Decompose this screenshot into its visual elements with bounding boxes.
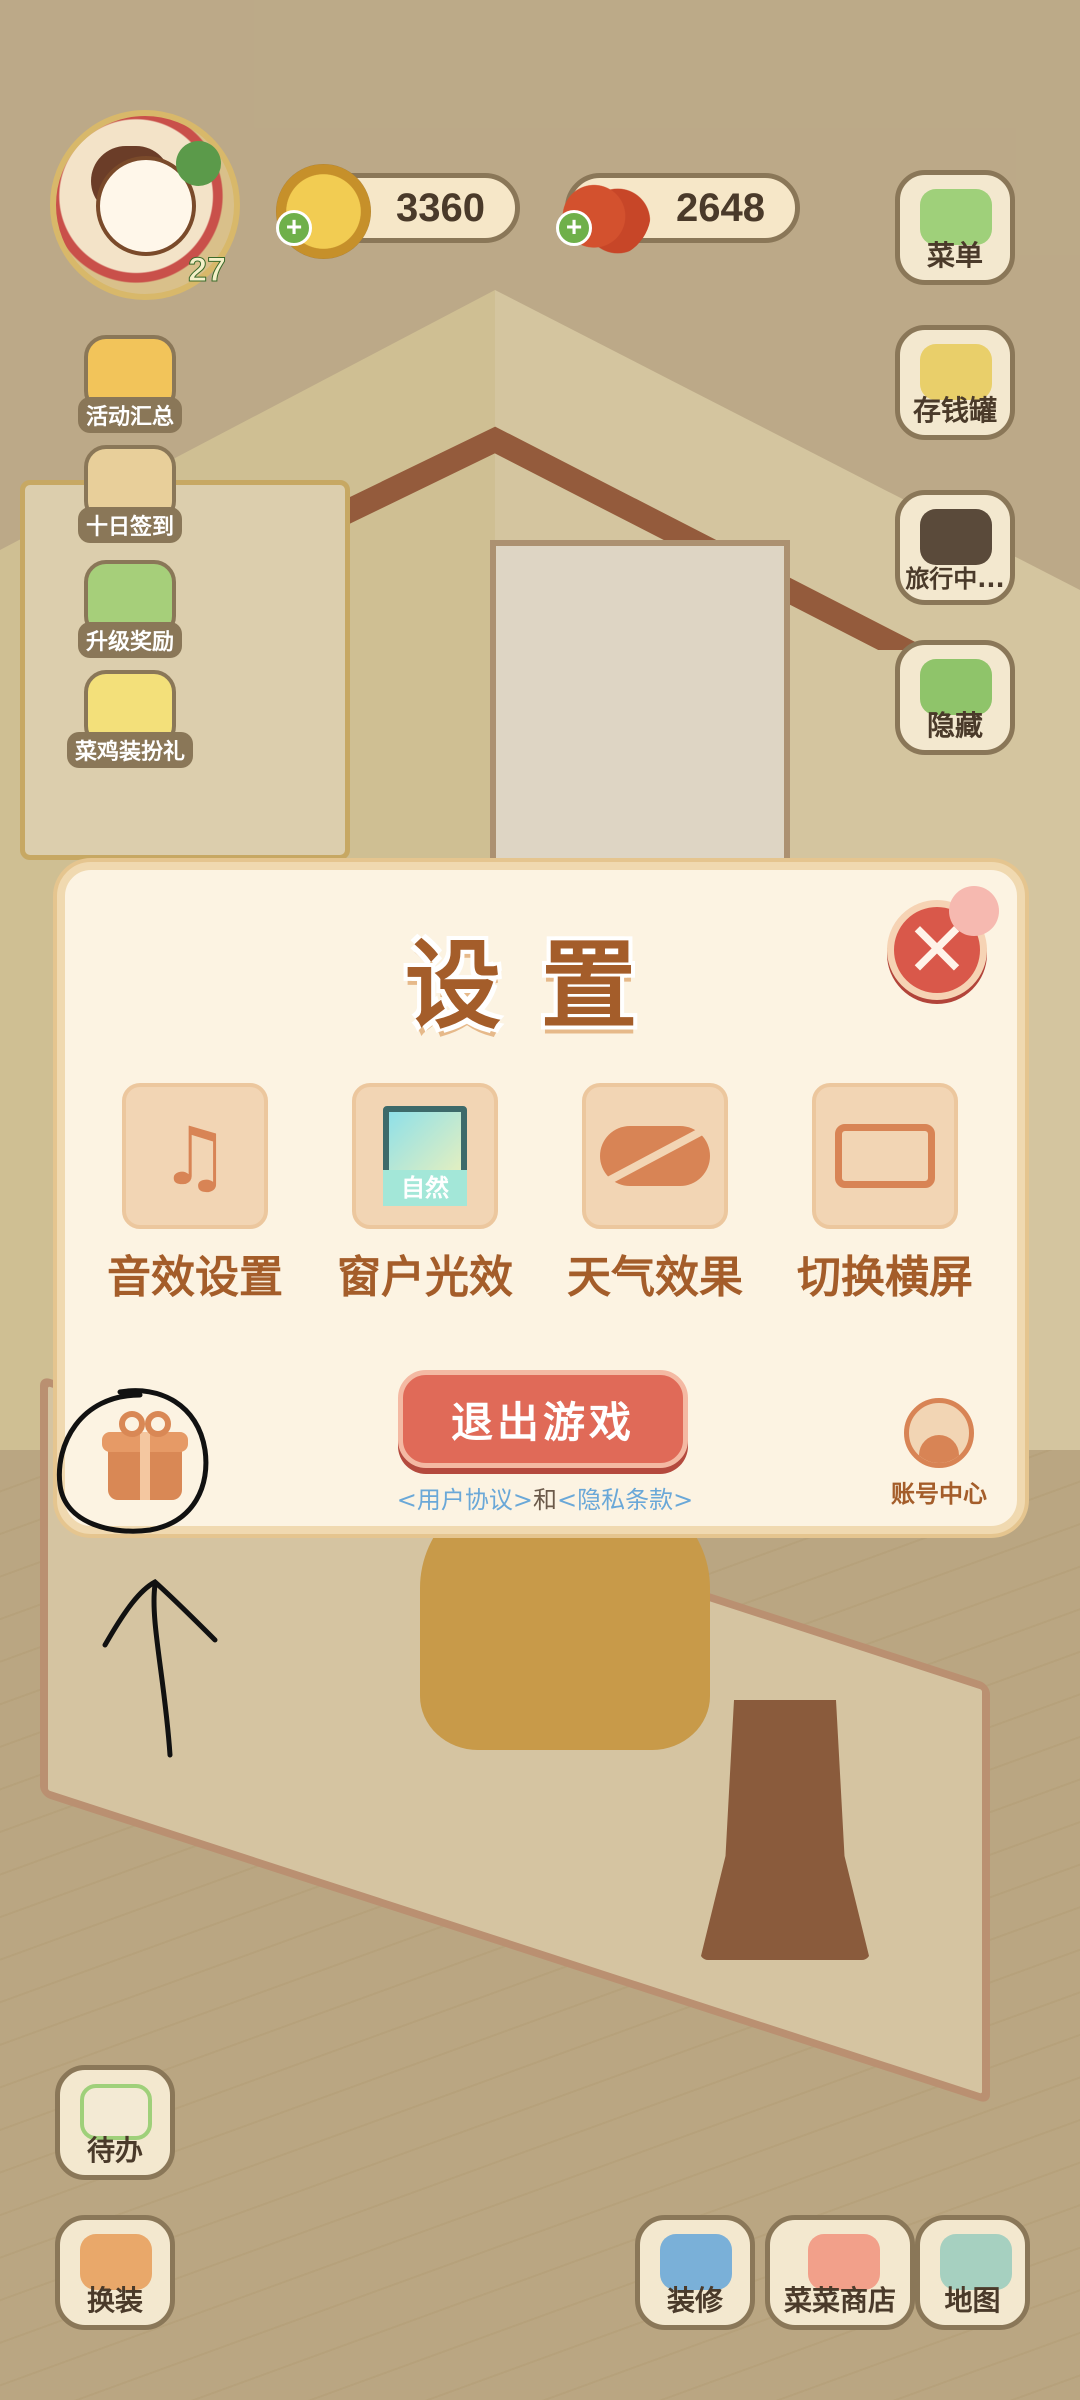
agreement-links: <用户协议>和<隐私条款> <box>385 1480 705 1515</box>
quit-game-button[interactable]: 退出游戏 <box>398 1370 688 1468</box>
music-note-icon: ♫ <box>159 1109 231 1203</box>
coin-amount: 3360 <box>396 185 485 230</box>
map-button[interactable]: 地图 <box>915 2215 1030 2330</box>
weather-effect-label: 天气效果 <box>567 1252 743 1303</box>
veggie-amount: 2648 <box>676 185 765 230</box>
gift-icon[interactable] <box>90 1402 200 1512</box>
menu-button[interactable]: 菜单 <box>895 170 1015 285</box>
account-center-label: 账号中心 <box>891 1480 987 1508</box>
hide-ui-button[interactable]: 隐藏 <box>895 640 1015 755</box>
landscape-toggle-icon-box[interactable] <box>812 1083 958 1229</box>
outfit-button[interactable]: 换装 <box>55 2215 175 2330</box>
piggy-bank-button[interactable]: 存钱罐 <box>895 325 1015 440</box>
add-veggies-button[interactable]: + <box>556 210 592 246</box>
veggie-shop-label: 菜菜商店 <box>783 2284 896 2317</box>
landscape-toggle-option[interactable]: 切换横屏 <box>770 1083 1000 1305</box>
event-summary-label: 活动汇总 <box>77 397 182 433</box>
add-coins-button[interactable]: + <box>276 210 312 246</box>
piggy-bank-label: 存钱罐 <box>912 394 997 427</box>
cloud-off-icon <box>600 1126 710 1186</box>
camera-icon <box>920 509 992 565</box>
avatar-leaf <box>176 141 221 186</box>
player-level: 27 <box>188 251 227 290</box>
chick-outfit-gift-label: 菜鸡装扮礼 <box>67 732 194 768</box>
veggie-shop-button[interactable]: 菜菜商店 <box>765 2215 915 2330</box>
player-avatar[interactable]: 27 <box>50 110 240 300</box>
landscape-toggle-label: 切换横屏 <box>797 1252 973 1303</box>
todo-label: 待办 <box>86 2134 143 2167</box>
user-agreement-link[interactable]: <用户协议> <box>397 1486 533 1514</box>
window-icon: 自然 <box>383 1106 467 1206</box>
window-light-icon-box[interactable]: 自然 <box>352 1083 498 1229</box>
settings-dialog: 设置 ✕ ♫ 音效设置 自然 窗户光效 天气效果 切换横屏 退出游戏 <用户协议… <box>57 862 1025 1534</box>
decorate-button[interactable]: 装修 <box>635 2215 755 2330</box>
account-center-button[interactable]: 账号中心 <box>879 1398 999 1509</box>
window-mode-badge: 自然 <box>383 1170 467 1206</box>
traveling-button[interactable]: 旅行中... <box>895 490 1015 605</box>
sound-settings-label: 音效设置 <box>107 1252 283 1303</box>
settings-options: ♫ 音效设置 自然 窗户光效 天气效果 切换横屏 <box>80 1083 1000 1305</box>
veggie-counter: + 2648 <box>556 164 800 259</box>
coin-counter: + 3360 <box>276 164 520 259</box>
decorate-label: 装修 <box>666 2284 723 2317</box>
chick-outfit-gift-button[interactable]: 菜鸡装扮礼 <box>67 670 194 768</box>
settings-title: 设置 <box>405 930 677 1042</box>
rotate-screen-icon <box>835 1124 935 1188</box>
flower-decoration <box>949 886 999 936</box>
quit-game-label: 退出游戏 <box>450 1397 635 1447</box>
todo-button[interactable]: 待办 <box>55 2065 175 2180</box>
outfit-label: 换装 <box>86 2284 143 2317</box>
agreement-and-text: 和 <box>533 1486 557 1514</box>
account-avatar-icon <box>904 1398 974 1468</box>
event-summary-button[interactable]: 活动汇总 <box>75 335 185 433</box>
window-light-option[interactable]: 自然 窗户光效 <box>310 1083 540 1305</box>
ten-day-checkin-button[interactable]: 十日签到 <box>75 445 185 543</box>
traveling-label: 旅行中... <box>905 565 1005 593</box>
ten-day-checkin-label: 十日签到 <box>77 507 182 543</box>
map-label: 地图 <box>944 2284 1001 2317</box>
privacy-policy-link[interactable]: <隐私条款> <box>557 1486 693 1514</box>
level-up-reward-button[interactable]: 升级奖励 <box>75 560 185 658</box>
weather-effect-option[interactable]: 天气效果 <box>540 1083 770 1305</box>
sound-settings-option[interactable]: ♫ 音效设置 <box>80 1083 310 1305</box>
window-light-label: 窗户光效 <box>337 1252 513 1303</box>
menu-label: 菜单 <box>926 239 983 272</box>
weather-effect-icon-box[interactable] <box>582 1083 728 1229</box>
sound-settings-icon-box[interactable]: ♫ <box>122 1083 268 1229</box>
level-up-reward-label: 升级奖励 <box>77 622 182 658</box>
hide-ui-label: 隐藏 <box>926 709 983 742</box>
